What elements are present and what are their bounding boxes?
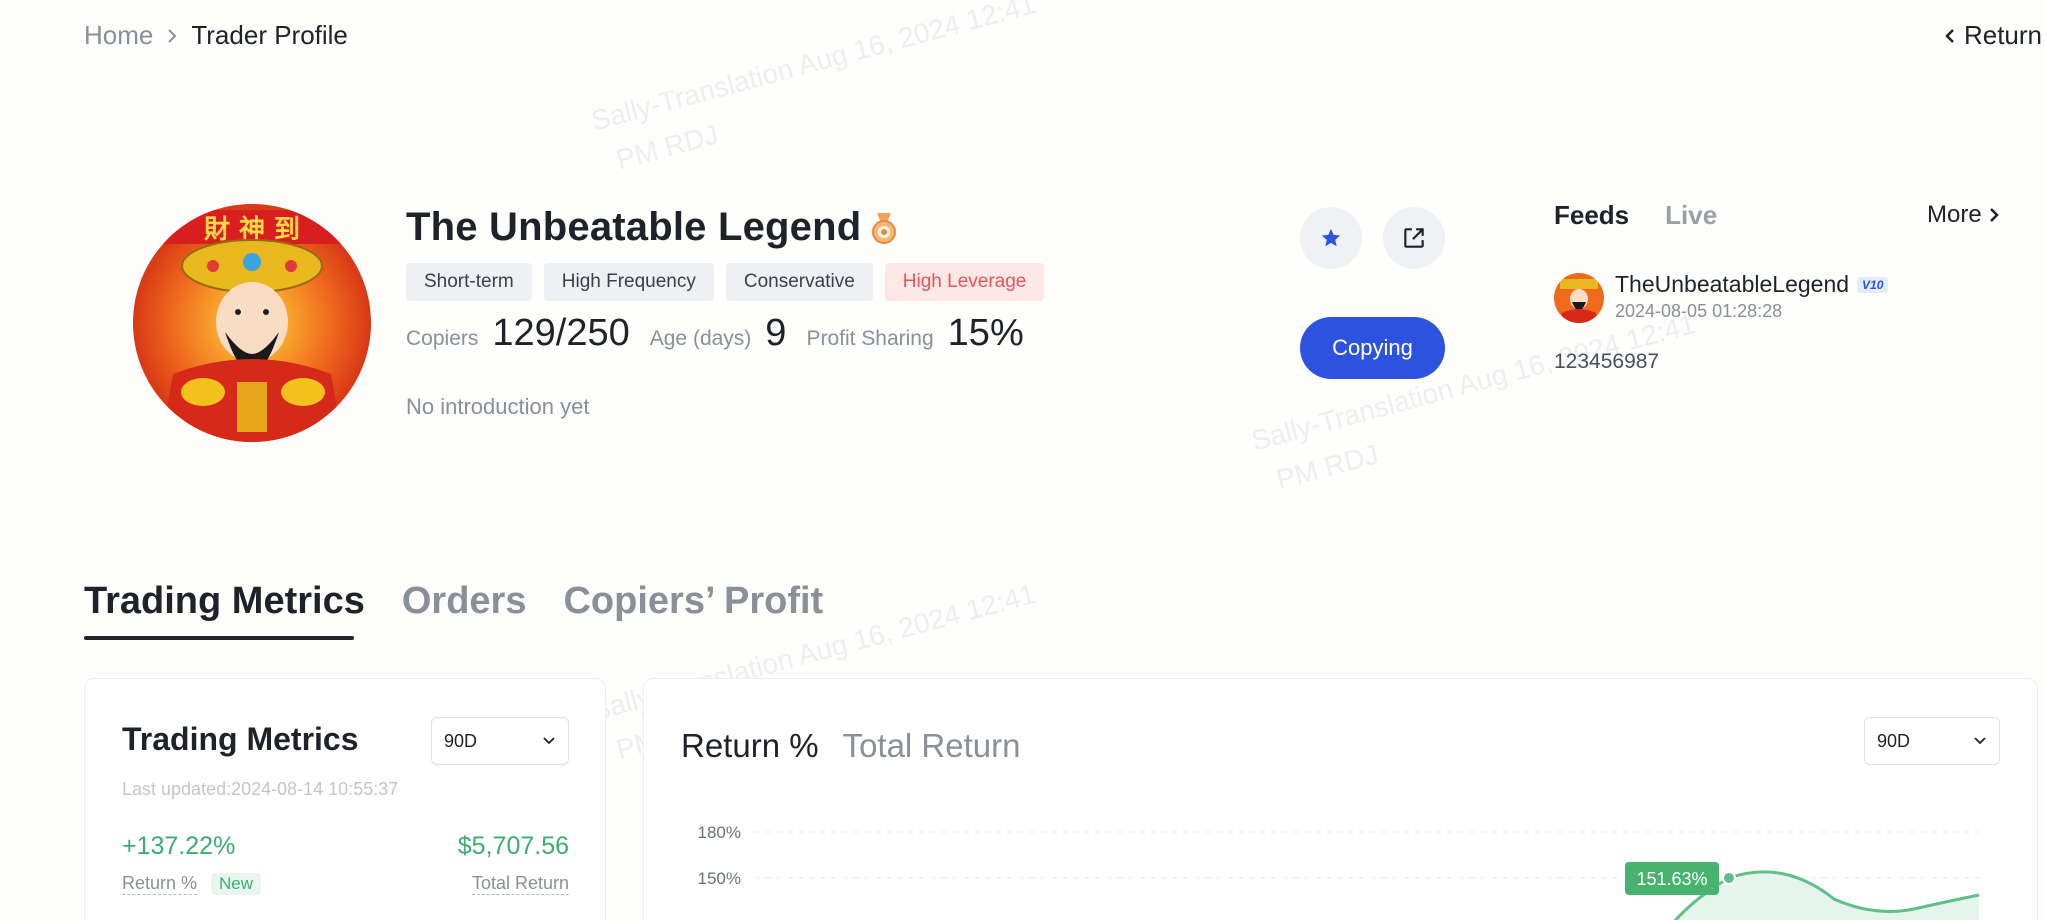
breadcrumb-current: Trader Profile [191,20,348,50]
return-button[interactable]: Return [1944,20,2042,51]
return-percent-value: +137.22% [122,832,236,860]
trading-metrics-card: Trading Metrics 90D Last updated:2024-08… [84,678,606,920]
tag-short-term: Short-term [406,263,532,301]
trader-name: The Unbeatable Legend [406,205,862,249]
feed-avatar[interactable] [1554,273,1604,323]
age-label: Age (days) [649,327,752,350]
share-icon [1404,228,1424,248]
tab-copiers-profit[interactable]: Copiers’ Profit [563,580,823,623]
breadcrumb: Home Trader Profile [84,20,348,51]
return-percent-label[interactable]: Return % [122,873,198,895]
tag-high-leverage: High Leverage [884,263,1045,301]
tab-live[interactable]: Live [1665,200,1717,231]
feed-username[interactable]: TheUnbeatableLegend [1615,271,1849,298]
feeds-more-link[interactable]: More [1927,201,2000,229]
chevron-left-icon [1945,28,1954,43]
main-tabs: Trading Metrics Orders Copiers’ Profit [84,580,860,623]
copying-button[interactable]: Copying [1300,317,1445,379]
feed-timestamp: 2024-08-05 01:28:28 [1615,301,1783,321]
chevron-right-icon [165,26,179,46]
metrics-last-updated: Last updated:2024-08-14 10:55:37 [122,779,399,799]
profit-sharing-value: 15% [947,312,1024,354]
more-label: More [1927,201,1982,228]
trader-stats: Copiers 129/250 Age (days) 9 Profit Shar… [406,312,1044,355]
total-return-value: $5,707.56 [457,832,569,860]
metrics-period-value: 90D [444,730,478,751]
peak-point [1722,871,1736,885]
feed-post-header: TheUnbeatableLegend V10 [1615,271,1889,298]
return-chart[interactable]: 180% 150% 151.63% [644,679,2038,920]
trader-avatar: 財 神 到 [133,204,371,442]
feed-post-content[interactable]: 123456987 [1554,350,1659,374]
trader-tags: Short-term High Frequency Conservative H… [406,263,1056,301]
tag-high-frequency: High Frequency [543,263,714,301]
tag-conservative: Conservative [725,263,873,301]
watermark: Sally-Translation Aug 16, 2024 12:41PM R… [587,0,1039,176]
return-label: Return [1963,20,2042,50]
feed-tabs: Feeds Live [1554,200,1753,231]
trader-name-row: The Unbeatable Legend [406,205,901,250]
y-tick-label: 180% [698,823,741,842]
age-value: 9 [765,312,787,354]
active-tab-underline [84,636,354,640]
y-tick-label: 150% [698,869,741,888]
star-icon [1321,228,1341,247]
peak-label: 151.63% [1636,869,1707,889]
total-return-label[interactable]: Total Return [471,873,569,895]
tab-trading-metrics[interactable]: Trading Metrics [84,580,365,623]
breadcrumb-home[interactable]: Home [84,20,153,51]
share-button[interactable] [1383,207,1445,269]
profit-sharing-label: Profit Sharing [806,327,934,350]
metrics-period-select[interactable]: 90D [431,717,569,765]
tab-orders[interactable]: Orders [402,580,527,623]
tab-feeds[interactable]: Feeds [1554,200,1629,231]
copiers-label: Copiers [406,327,479,350]
metrics-title: Trading Metrics [122,721,359,757]
vip-badge: V10 [1857,276,1889,293]
chevron-right-icon [1989,208,1999,222]
medal-icon [867,211,901,245]
chevron-down-icon [543,737,555,745]
new-badge: New [211,873,262,895]
favorite-button[interactable] [1300,207,1362,269]
copiers-value: 129/250 [492,312,630,354]
return-chart-card: Return % Total Return 90D 180% 150% 151.… [643,678,2038,920]
trader-introduction: No introduction yet [406,394,590,419]
